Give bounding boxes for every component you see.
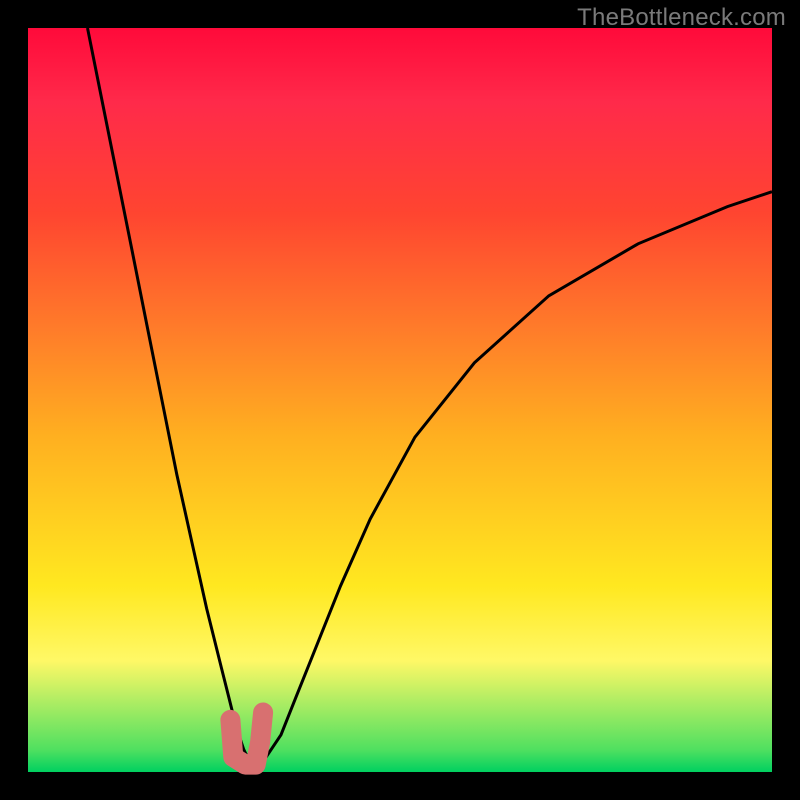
minimum-marker	[230, 713, 263, 765]
chart-frame: TheBottleneck.com	[0, 0, 800, 800]
plot-area	[28, 28, 772, 772]
watermark-text: TheBottleneck.com	[577, 4, 786, 32]
bottleneck-curve	[28, 28, 772, 772]
curve-line	[88, 28, 773, 765]
